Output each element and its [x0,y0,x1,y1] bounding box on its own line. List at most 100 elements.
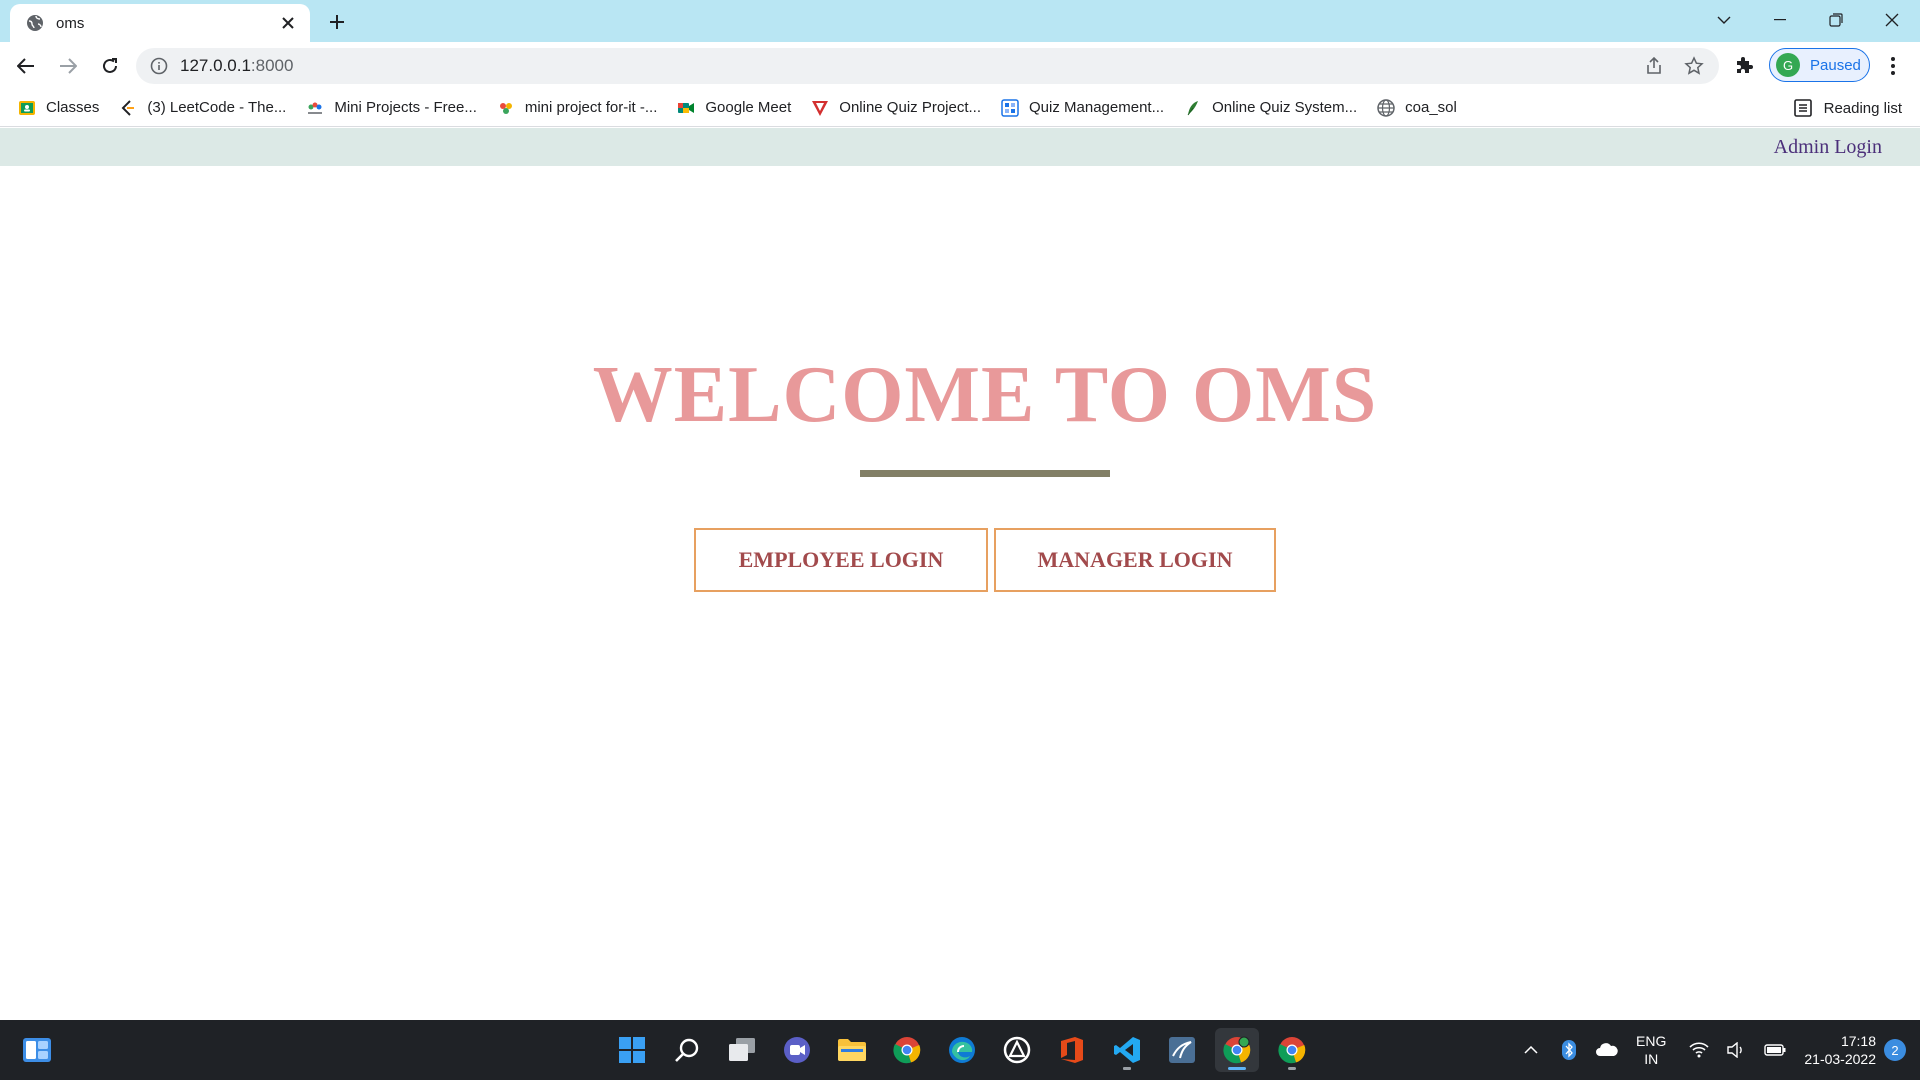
volume-icon[interactable] [1724,1037,1750,1063]
bookmark-label: Quiz Management... [1029,99,1165,116]
reload-button[interactable] [94,50,126,82]
leetcode-icon [119,99,137,117]
running-indicator [1228,1067,1246,1070]
vscode-icon[interactable] [1105,1028,1149,1072]
bookmark-label: Online Quiz Project... [839,99,982,116]
bookmark-quiz-management[interactable]: Quiz Management... [1001,94,1164,122]
windows-taskbar: ENG IN 17:18 21-03-2022 2 [0,1020,1920,1080]
minimize-button[interactable] [1752,0,1808,40]
chrome-icon[interactable] [1270,1028,1314,1072]
bookmark-online-quiz-system[interactable]: Online Quiz System... [1184,94,1357,122]
onedrive-cloud-icon[interactable] [1594,1037,1620,1063]
tab-search-button[interactable] [1696,0,1752,40]
bookmark-google-meet[interactable]: Google Meet [677,94,791,122]
google-meet-icon [677,99,695,117]
profile-status: Paused [1810,56,1861,74]
manager-login-button[interactable]: MANAGER LOGIN [994,528,1276,592]
close-icon [1885,13,1899,27]
bookmark-star-icon[interactable] [1683,55,1705,77]
employee-login-button[interactable]: EMPLOYEE LOGIN [694,528,988,592]
reading-list-label: Reading list [1823,99,1902,117]
browser-menu-icon[interactable] [1882,54,1904,78]
widgets-icon[interactable] [22,1037,52,1063]
arrow-right-icon [60,57,77,74]
reading-list-button[interactable]: Reading list [1793,94,1902,122]
quiz-management-icon [1001,98,1019,117]
v-logo-icon [811,99,829,117]
chrome-icon[interactable] [885,1028,929,1072]
bookmark-label: coa_sol [1405,99,1457,116]
clock-time: 17:18 [1840,1033,1876,1049]
web-page: Admin Login WELCOME TO OMS EMPLOYEE LOGI… [0,128,1920,1020]
windows-start-icon[interactable] [610,1028,654,1072]
window-controls [1696,0,1920,40]
bookmarks-bar: Classes (3) LeetCode - The... Mini Proje… [0,89,1920,127]
browser-tab-strip: oms [0,0,1920,42]
close-window-button[interactable] [1864,0,1920,40]
chrome-profile-icon[interactable] [1215,1028,1259,1072]
restore-icon [1829,13,1843,27]
teams-chat-icon[interactable] [775,1028,819,1072]
bookmark-mini-projects[interactable]: Mini Projects - Free... [306,94,477,122]
info-icon[interactable] [150,57,168,75]
classroom-icon [18,99,36,117]
mini-project-icon [497,99,515,117]
bookmark-label: Mini Projects - Free... [334,99,477,116]
edge-icon[interactable] [940,1028,984,1072]
language-region: IN [1644,1051,1659,1067]
bluetooth-icon[interactable] [1556,1037,1582,1063]
file-explorer-icon[interactable] [830,1028,874,1072]
site-navbar: Admin Login [0,128,1920,166]
bookmark-online-quiz-project[interactable]: Online Quiz Project... [811,94,981,122]
admin-login-link[interactable]: Admin Login [1774,136,1882,159]
bookmark-label: Google Meet [705,99,792,116]
bookmark-mini-project-it[interactable]: mini project for-it -... [497,94,658,122]
system-tray: ENG IN 17:18 21-03-2022 2 [1512,1020,1920,1080]
wifi-icon[interactable] [1686,1037,1712,1063]
address-bar[interactable]: 127.0.0.1:8000 [136,48,1719,84]
notification-badge[interactable]: 2 [1884,1039,1906,1061]
clock-date: 21-03-2022 [1804,1051,1876,1067]
url-text: 127.0.0.1:8000 [180,56,1643,76]
extensions-puzzle-icon[interactable] [1734,54,1758,78]
page-title: WELCOME TO OMS [592,351,1378,439]
chevron-up-icon[interactable] [1518,1037,1544,1063]
profile-button[interactable]: G Paused [1769,48,1870,82]
reload-icon [103,57,117,73]
battery-icon[interactable] [1762,1037,1788,1063]
clock[interactable]: 17:18 21-03-2022 [1804,1032,1876,1068]
mysql-workbench-icon[interactable] [1160,1028,1204,1072]
forward-button[interactable] [52,50,84,82]
arrow-left-icon [17,57,34,74]
login-buttons: EMPLOYEE LOGIN MANAGER LOGIN [694,528,1276,592]
language-indicator[interactable]: ENG IN [1636,1032,1666,1068]
running-indicator [1123,1067,1131,1070]
chevron-down-icon [1717,16,1731,24]
reading-list-icon [1793,99,1812,117]
search-icon[interactable] [665,1028,709,1072]
bookmark-coa-sol[interactable]: coa_sol [1377,94,1457,122]
browser-tab[interactable]: oms [10,4,310,42]
bookmark-label: Classes [46,99,100,116]
feather-icon [1184,99,1202,117]
bookmark-classes[interactable]: Classes [18,94,99,122]
globe-icon [1377,98,1395,117]
restore-button[interactable] [1808,0,1864,40]
close-tab-icon[interactable] [278,13,298,33]
bookmark-label: mini project for-it -... [524,99,658,116]
app-icon[interactable] [995,1028,1039,1072]
taskbar-apps [610,1028,1314,1072]
bookmark-leetcode[interactable]: (3) LeetCode - The... [119,94,286,122]
plus-icon [330,15,344,29]
bookmark-label: Online Quiz System... [1212,99,1358,116]
mini-projects-icon [306,99,324,117]
minimize-icon [1774,19,1786,21]
share-icon[interactable] [1643,55,1665,77]
language-code: ENG [1636,1033,1667,1049]
task-view-icon[interactable] [720,1028,764,1072]
url-host: 127.0.0.1 [180,56,251,75]
new-tab-button[interactable] [325,10,349,34]
office-icon[interactable] [1050,1028,1094,1072]
back-button[interactable] [10,50,42,82]
title-divider [860,470,1110,477]
